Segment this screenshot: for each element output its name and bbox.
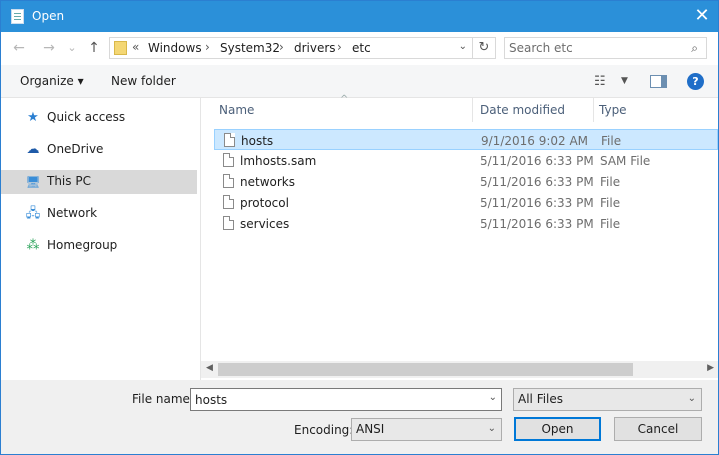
file-icon xyxy=(223,216,234,230)
sidebar-item-homegroup[interactable]: ⁂ Homegroup xyxy=(1,234,197,258)
breadcrumb-separator[interactable]: › xyxy=(337,40,342,54)
network-icon: 🖧 xyxy=(25,206,41,221)
sidebar-item-label: OneDrive xyxy=(47,142,104,156)
column-header-date-modified[interactable]: Date modified xyxy=(480,103,565,117)
breadcrumb-system32[interactable]: System32 xyxy=(220,41,280,55)
cloud-icon: ☁ xyxy=(26,142,40,157)
sidebar-item-quick-access[interactable]: ★ Quick access xyxy=(1,106,197,130)
window-title: Open xyxy=(32,9,65,23)
breadcrumb-windows[interactable]: Windows xyxy=(148,41,202,55)
file-name: services xyxy=(240,217,290,231)
address-dropdown-icon[interactable]: ⌄ xyxy=(459,41,467,52)
file-type: SAM File xyxy=(600,154,651,168)
address-bar[interactable]: « Windows › System32 › drivers › etc ⌄ ↻ xyxy=(109,37,496,59)
view-dropdown-icon[interactable]: ▼ xyxy=(621,76,628,86)
forward-button[interactable]: → xyxy=(39,39,59,57)
file-date: 5/11/2016 6:33 PM xyxy=(480,217,594,231)
file-name: networks xyxy=(240,175,295,189)
encoding-label: Encoding: xyxy=(294,423,354,437)
file-name: hosts xyxy=(241,134,274,148)
file-type-value: All Files xyxy=(518,392,564,406)
help-icon[interactable]: ? xyxy=(687,73,704,90)
open-button[interactable]: Open xyxy=(514,417,601,441)
homegroup-icon: ⁂ xyxy=(26,238,40,253)
encoding-select[interactable]: ANSI ⌄ xyxy=(351,418,502,441)
file-list: ^ Name Date modified Type hosts 9/1/2016… xyxy=(201,94,718,380)
recent-locations-button[interactable]: ⌄ xyxy=(62,39,82,57)
folder-icon xyxy=(114,41,127,55)
file-date: 5/11/2016 6:33 PM xyxy=(480,175,594,189)
refresh-button[interactable]: ↻ xyxy=(472,38,495,58)
file-row-protocol[interactable]: protocol 5/11/2016 6:33 PM File xyxy=(214,192,718,213)
scroll-left-button[interactable]: ◀ xyxy=(206,363,213,373)
title-bar: Open ✕ xyxy=(1,1,718,32)
close-button[interactable]: ✕ xyxy=(686,1,718,32)
chevron-down-icon: ⌄ xyxy=(687,393,696,404)
file-name: lmhosts.sam xyxy=(240,154,317,168)
file-type: File xyxy=(600,196,621,210)
up-button[interactable]: ↑ xyxy=(84,39,104,57)
file-icon xyxy=(224,133,235,147)
breadcrumb-drivers[interactable]: drivers xyxy=(294,41,336,55)
file-icon xyxy=(223,174,234,188)
view-options-icon[interactable]: ☷ xyxy=(594,74,606,89)
breadcrumb-separator[interactable]: › xyxy=(205,40,210,54)
sidebar-item-label: Homegroup xyxy=(47,238,118,252)
file-type: File xyxy=(600,175,621,189)
search-icon: ⌕ xyxy=(691,41,698,55)
file-row-hosts[interactable]: hosts 9/1/2016 9:02 AM File xyxy=(214,129,718,150)
file-icon xyxy=(223,153,234,167)
back-button[interactable]: ← xyxy=(9,39,29,57)
column-divider[interactable] xyxy=(593,98,594,122)
navigation-pane: ★ Quick access ☁ OneDrive 🖥 This PC 🖧 Ne… xyxy=(1,98,200,380)
file-name-dropdown-icon[interactable]: ⌄ xyxy=(489,392,497,403)
computer-icon: 🖥 xyxy=(25,175,41,189)
file-type-select[interactable]: All Files ⌄ xyxy=(513,388,702,411)
search-box[interactable]: ⌕ xyxy=(504,37,707,59)
scrollbar-thumb[interactable] xyxy=(218,363,633,376)
horizontal-scrollbar[interactable]: ◀ ▶ xyxy=(201,361,718,378)
column-divider[interactable] xyxy=(472,98,473,122)
sidebar-item-onedrive[interactable]: ☁ OneDrive xyxy=(1,138,197,162)
dialog-footer: File name: ⌄ All Files ⌄ Encoding: ANSI … xyxy=(1,380,718,454)
sidebar-item-label: This PC xyxy=(47,174,91,188)
file-name: protocol xyxy=(240,196,289,210)
breadcrumb-overflow[interactable]: « xyxy=(132,40,139,54)
notepad-icon xyxy=(11,9,24,24)
scroll-right-button[interactable]: ▶ xyxy=(707,363,714,373)
sort-ascending-icon: ^ xyxy=(340,94,349,105)
file-date: 5/11/2016 6:33 PM xyxy=(480,196,594,210)
command-bar: Organize ▾ New folder ☷ ▼ ? xyxy=(1,65,718,98)
open-dialog: Open ✕ ← → ⌄ ↑ « Windows › System32 › dr… xyxy=(0,0,719,455)
sidebar-item-label: Quick access xyxy=(47,110,126,124)
navigation-bar: ← → ⌄ ↑ « Windows › System32 › drivers ›… xyxy=(1,32,718,65)
file-row-services[interactable]: services 5/11/2016 6:33 PM File xyxy=(214,213,718,234)
cancel-button[interactable]: Cancel xyxy=(614,417,702,441)
file-type: File xyxy=(600,217,621,231)
breadcrumb-separator[interactable]: › xyxy=(279,40,284,54)
column-header-name[interactable]: Name xyxy=(219,103,254,117)
preview-pane-icon[interactable] xyxy=(650,75,667,88)
organize-button[interactable]: Organize ▾ xyxy=(20,74,84,88)
file-row-lmhosts[interactable]: lmhosts.sam 5/11/2016 6:33 PM SAM File xyxy=(214,150,718,171)
file-icon xyxy=(223,195,234,209)
file-name-field[interactable]: ⌄ xyxy=(190,388,502,411)
file-name-label: File name: xyxy=(132,392,194,406)
breadcrumb-etc[interactable]: etc xyxy=(352,41,371,55)
file-row-networks[interactable]: networks 5/11/2016 6:33 PM File xyxy=(214,171,718,192)
encoding-value: ANSI xyxy=(356,422,385,436)
sidebar-item-label: Network xyxy=(47,206,98,220)
chevron-down-icon: ⌄ xyxy=(487,423,496,434)
column-header-type[interactable]: Type xyxy=(599,103,627,117)
file-name-input[interactable] xyxy=(195,392,475,407)
sidebar-item-this-pc[interactable]: 🖥 This PC xyxy=(1,170,197,194)
file-type: File xyxy=(601,134,622,148)
star-icon: ★ xyxy=(27,110,39,125)
file-date: 9/1/2016 9:02 AM xyxy=(481,134,589,148)
file-date: 5/11/2016 6:33 PM xyxy=(480,154,594,168)
new-folder-button[interactable]: New folder xyxy=(111,74,176,88)
sidebar-item-network[interactable]: 🖧 Network xyxy=(1,202,197,226)
search-input[interactable] xyxy=(509,40,679,56)
